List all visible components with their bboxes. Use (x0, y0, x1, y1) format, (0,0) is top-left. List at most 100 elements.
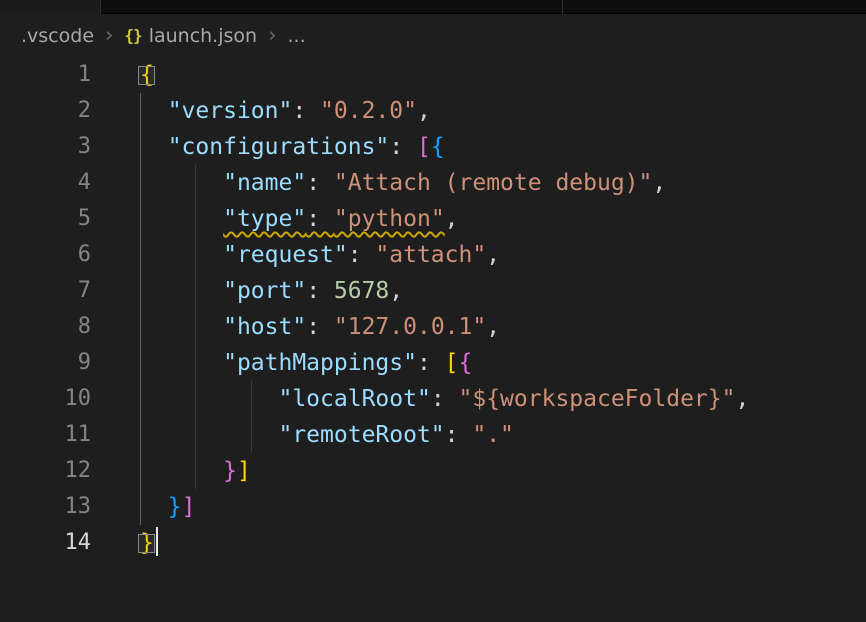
line-number[interactable]: 9 (0, 345, 115, 381)
token: : (306, 314, 334, 340)
token (140, 314, 223, 340)
token: [ (417, 134, 431, 160)
line-number[interactable]: 8 (0, 309, 115, 345)
code-line-3: 3 "configurations": [{ (0, 129, 866, 165)
line-code[interactable]: "request": "attach", (115, 237, 500, 273)
token: : (417, 350, 445, 376)
token: , (417, 98, 431, 124)
token: } (168, 494, 182, 520)
matched-bracket: } (140, 530, 154, 556)
code-line-12: 12 }] (0, 453, 866, 489)
line-code[interactable]: { (115, 57, 154, 93)
token: ] (182, 494, 196, 520)
line-code[interactable]: "localRoot": "${workspaceFolder}", (115, 381, 749, 417)
token: ] (237, 458, 251, 484)
text-cursor (156, 527, 159, 556)
line-number[interactable]: 13 (0, 489, 115, 525)
line-code[interactable]: "name": "Attach (remote debug)", (115, 165, 666, 201)
token (140, 494, 168, 520)
line-code[interactable]: "configurations": [{ (115, 129, 445, 165)
line-number[interactable]: 5 (0, 201, 115, 237)
token: 5678 (334, 278, 389, 304)
line-number[interactable]: 12 (0, 453, 115, 489)
token: , (652, 170, 666, 196)
token: "host" (223, 314, 306, 340)
token: : (306, 170, 334, 196)
breadcrumb-file[interactable]: {} launch.json (124, 25, 257, 47)
token (140, 206, 223, 232)
code-line-2: 2 "version": "0.2.0", (0, 93, 866, 129)
code-line-10: 10 "localRoot": "${workspaceFolder}", (0, 381, 866, 417)
line-number[interactable]: 14 (0, 525, 115, 561)
token: : (348, 242, 376, 268)
line-number[interactable]: 1 (0, 57, 115, 93)
token: "127.0.0.1" (334, 314, 486, 340)
token: : (445, 422, 473, 448)
chevron-right-icon: › (268, 23, 276, 47)
line-number[interactable]: 10 (0, 381, 115, 417)
tab-separator (562, 0, 563, 14)
breadcrumb-file-label: launch.json (149, 25, 257, 47)
line-number[interactable]: 6 (0, 237, 115, 273)
token: "pathMappings" (223, 350, 417, 376)
token: , (486, 314, 500, 340)
line-code[interactable]: "remoteRoot": "." (115, 417, 514, 453)
token (140, 242, 223, 268)
token (140, 134, 168, 160)
line-number[interactable]: 2 (0, 93, 115, 129)
line-code[interactable]: }] (115, 489, 195, 525)
breadcrumb: .vscode › {} launch.json › ... (0, 14, 866, 57)
token: "configurations" (168, 134, 390, 160)
token: "request" (223, 242, 348, 268)
code-line-11: 11 "remoteRoot": "." (0, 417, 866, 453)
code-line-14: 14} (0, 525, 866, 561)
code-line-5: 5 "type": "python", (0, 201, 866, 237)
code-line-7: 7 "port": 5678, (0, 273, 866, 309)
breadcrumb-symbol-ellipsis[interactable]: ... (287, 25, 305, 47)
token: "${workspaceFolder}" (459, 386, 736, 412)
token (140, 350, 223, 376)
line-code[interactable]: } (115, 525, 158, 561)
line-number[interactable]: 11 (0, 417, 115, 453)
line-code[interactable]: "port": 5678, (115, 273, 403, 309)
chevron-right-icon: › (105, 23, 113, 47)
line-code[interactable]: "version": "0.2.0", (115, 93, 431, 129)
code-line-8: 8 "host": "127.0.0.1", (0, 309, 866, 345)
line-code[interactable]: "host": "127.0.0.1", (115, 309, 500, 345)
token: : (431, 386, 459, 412)
token: [ (445, 350, 459, 376)
code-line-9: 9 "pathMappings": [{ (0, 345, 866, 381)
line-number[interactable]: 3 (0, 129, 115, 165)
token: "attach" (375, 242, 486, 268)
tab-separator (100, 0, 101, 14)
token: , (486, 242, 500, 268)
token: { (459, 350, 473, 376)
active-tab-edge[interactable] (0, 0, 100, 14)
breadcrumb-folder[interactable]: .vscode (21, 25, 94, 47)
line-code[interactable]: "pathMappings": [{ (115, 345, 472, 381)
token: { (431, 134, 445, 160)
line-number[interactable]: 7 (0, 273, 115, 309)
token: : (306, 206, 334, 232)
editor[interactable]: 1 {2 "version": "0.2.0",3 "configurations… (0, 57, 866, 561)
indent-guide (195, 165, 196, 489)
token: , (735, 386, 749, 412)
code-line-13: 13 }] (0, 489, 866, 525)
token: : (389, 134, 417, 160)
matched-bracket: { (140, 62, 154, 88)
line-number[interactable]: 4 (0, 165, 115, 201)
token: "version" (168, 98, 293, 124)
indent-guide (251, 381, 252, 453)
line-code[interactable]: }] (115, 453, 251, 489)
token: : (306, 278, 334, 304)
token: "port" (223, 278, 306, 304)
line-code[interactable]: "type": "python", (115, 201, 459, 237)
code-line-4: 4 "name": "Attach (remote debug)", (0, 165, 866, 201)
token: : (292, 98, 320, 124)
token (140, 458, 223, 484)
token (140, 422, 278, 448)
indent-guide (140, 93, 141, 525)
token: , (445, 206, 459, 232)
token: "type" (223, 206, 306, 232)
json-file-icon: {} (124, 26, 141, 45)
